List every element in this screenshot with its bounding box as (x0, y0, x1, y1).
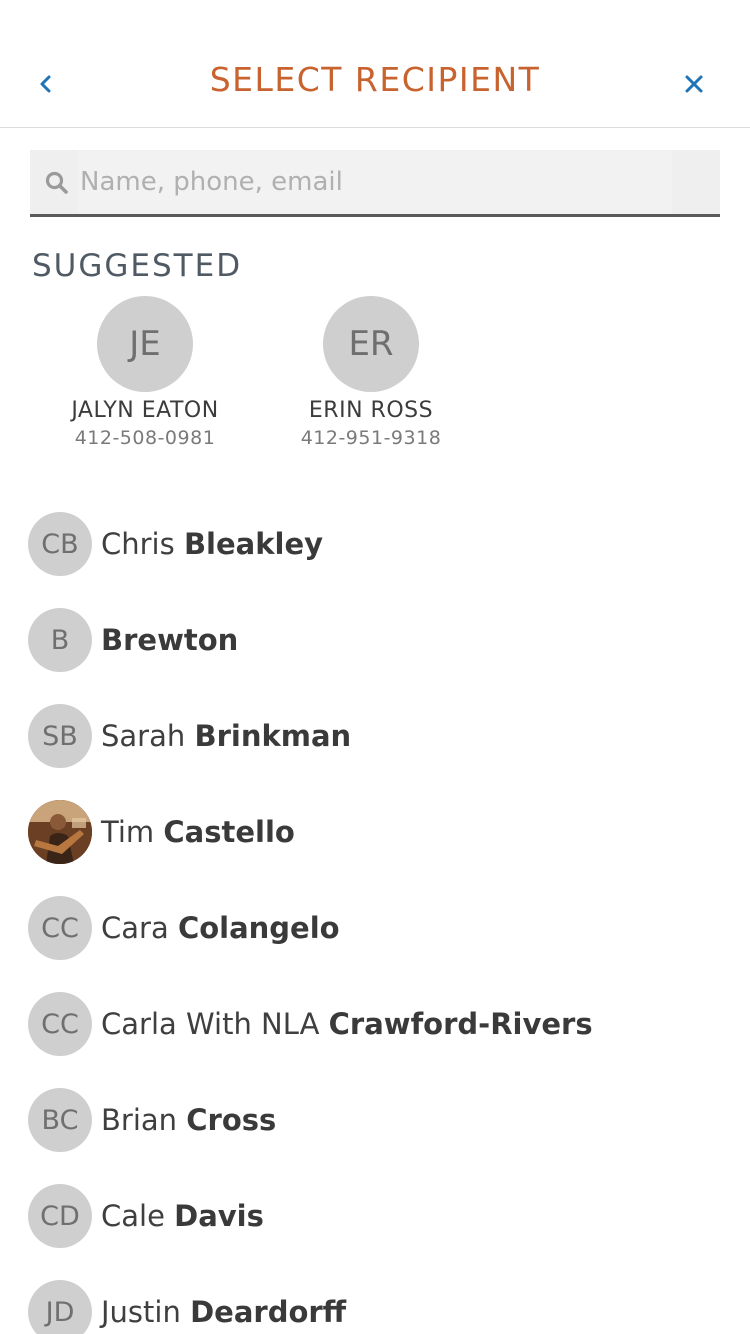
contact-name: Cara Colangelo (101, 911, 340, 945)
contact-name: Chris Bleakley (101, 527, 323, 561)
avatar: BC (28, 1088, 92, 1152)
avatar: ER (323, 296, 419, 392)
avatar: SB (28, 704, 92, 768)
suggested-contact-name: JALYN EATON (71, 398, 219, 423)
contact-last-name: Davis (174, 1199, 264, 1233)
contact-row[interactable]: CC Carla With NLA Crawford-Rivers (0, 976, 750, 1072)
contact-name: Sarah Brinkman (101, 719, 351, 753)
suggested-contact-phone: 412-951-9318 (300, 427, 442, 449)
contact-first-name: Brian (101, 1103, 178, 1137)
avatar: CD (28, 1184, 92, 1248)
contact-first-name: Carla With NLA (101, 1007, 320, 1041)
contact-last-name: Castello (163, 815, 295, 849)
contact-row[interactable]: Tim Castello (0, 784, 750, 880)
search-icon (45, 171, 68, 194)
avatar: CC (28, 896, 92, 960)
search-input[interactable] (78, 150, 672, 214)
close-icon (685, 75, 703, 93)
contact-row[interactable]: SB Sarah Brinkman (0, 688, 750, 784)
contact-first-name: Tim (101, 815, 155, 849)
close-button[interactable] (674, 64, 714, 104)
contact-last-name: Brewton (101, 623, 239, 657)
contact-first-name: Cale (101, 1199, 165, 1233)
contacts-list: CB Chris Bleakley B Brewton SB Sarah Bri… (0, 496, 750, 1334)
contact-first-name: Chris (101, 527, 175, 561)
contact-last-name: Brinkman (194, 719, 352, 753)
avatar: B (28, 608, 92, 672)
contact-last-name: Colangelo (177, 911, 340, 945)
contact-name: Justin Deardorff (101, 1295, 346, 1329)
contact-name: Cale Davis (101, 1199, 264, 1233)
page-title: SELECT RECIPIENT (209, 60, 541, 99)
contact-row[interactable]: JD Justin Deardorff (0, 1264, 750, 1334)
contact-name: Brewton (101, 623, 238, 657)
suggested-heading: SUGGESTED (32, 248, 243, 284)
avatar: JE (97, 296, 193, 392)
contact-last-name: Bleakley (183, 527, 324, 561)
search-bar (30, 150, 720, 217)
contact-name: Tim Castello (101, 815, 295, 849)
contact-first-name: Cara (101, 911, 169, 945)
avatar: JD (28, 1280, 92, 1334)
avatar: CC (28, 992, 92, 1056)
avatar-photo (28, 800, 92, 864)
select-recipient-screen: SELECT RECIPIENT SUGGESTED JE JALYN EATO… (0, 0, 750, 1334)
contact-last-name: Deardorff (190, 1295, 347, 1329)
contact-name: Carla With NLA Crawford-Rivers (101, 1007, 593, 1041)
suggested-contact[interactable]: ER ERIN ROSS 412-951-9318 (271, 296, 471, 449)
contact-row[interactable]: CC Cara Colangelo (0, 880, 750, 976)
contact-first-name: Sarah (101, 719, 186, 753)
suggested-contact-phone: 412-508-0981 (74, 427, 216, 449)
avatar: CB (28, 512, 92, 576)
contact-last-name: Cross (186, 1103, 277, 1137)
person-photo-icon (28, 800, 92, 864)
suggested-contact[interactable]: JE JALYN EATON 412-508-0981 (45, 296, 245, 449)
contact-row[interactable]: B Brewton (0, 592, 750, 688)
header: SELECT RECIPIENT (0, 0, 750, 128)
contact-first-name: Justin (101, 1295, 181, 1329)
contact-row[interactable]: CD Cale Davis (0, 1168, 750, 1264)
contact-name: Brian Cross (101, 1103, 276, 1137)
contact-row[interactable]: BC Brian Cross (0, 1072, 750, 1168)
suggested-contact-name: ERIN ROSS (308, 398, 434, 423)
contact-row[interactable]: CB Chris Bleakley (0, 496, 750, 592)
contact-last-name: Crawford-Rivers (328, 1007, 593, 1041)
